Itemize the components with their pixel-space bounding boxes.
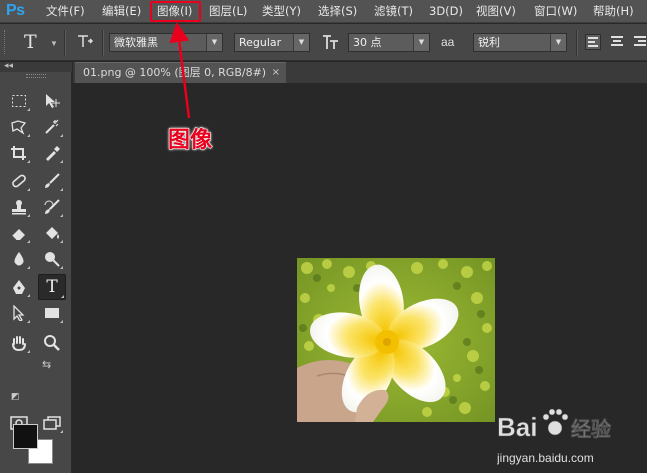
font-style-value: Regular [239, 36, 282, 49]
eyedropper-icon[interactable] [40, 142, 64, 164]
blur-drop-icon[interactable] [7, 248, 31, 270]
watermark-brand: Bai [497, 412, 537, 442]
menu-select[interactable]: 选择(S) [318, 0, 357, 23]
chevron-down-icon: ▼ [550, 34, 566, 51]
options-grip[interactable] [4, 30, 7, 54]
menu-view[interactable]: 视图(V) [476, 0, 516, 23]
rectangular-marquee-icon[interactable] [7, 90, 31, 112]
font-size-select[interactable]: 30 点 ▼ [348, 33, 430, 52]
paint-bucket-icon[interactable] [40, 222, 64, 244]
chevron-down-icon: ▼ [206, 34, 222, 51]
menu-edit[interactable]: 编辑(E) [102, 0, 141, 23]
annotation-label: 图像 [167, 128, 213, 154]
font-family-select[interactable]: 微软雅黑 ▼ [109, 33, 223, 52]
menu-window[interactable]: 窗口(W) [534, 0, 577, 23]
document-tab[interactable]: 01.png @ 100% (图层 0, RGB/8#) × [75, 62, 286, 83]
tools-panel-grip[interactable] [26, 74, 46, 78]
lasso-icon[interactable] [7, 116, 31, 138]
watermark-brand-suffix: 经验 [571, 417, 611, 441]
separator [64, 30, 65, 56]
clone-stamp-icon[interactable] [7, 196, 31, 218]
separator [102, 30, 103, 56]
watermark-url: jingyan.baidu.com [497, 451, 594, 465]
options-bar: T ▼ 微软雅黑 ▼ Regular ▼ 30 点 ▼ aa 锐利 ▼ [0, 24, 647, 61]
antialias-icon: aa [441, 35, 455, 49]
menu-bar: Ps 文件(F) 编辑(E) 图像(I) 图层(L) 类型(Y) 选择(S) 滤… [0, 0, 647, 23]
crop-icon[interactable] [7, 142, 31, 164]
pen-icon[interactable] [7, 276, 31, 298]
align-center-icon[interactable] [609, 34, 625, 50]
chevron-down-icon: ▼ [413, 34, 429, 51]
type-tool-preset-icon[interactable]: T [24, 31, 37, 53]
menu-3d[interactable]: 3D(D) [429, 0, 463, 23]
tools-panel: ◂◂ T ⇆ ◩ [0, 60, 72, 473]
magic-wand-icon[interactable] [40, 116, 64, 138]
chevron-down-icon: ▼ [293, 34, 309, 51]
document-image-flower[interactable] [297, 258, 495, 422]
close-icon[interactable]: × [272, 63, 280, 83]
foreground-color-swatch[interactable] [13, 424, 38, 449]
healing-brush-icon[interactable] [7, 170, 31, 192]
menu-image-highlight-box [150, 1, 201, 22]
rectangle-shape-icon[interactable] [40, 302, 64, 324]
document-tab-strip: 01.png @ 100% (图层 0, RGB/8#) × [73, 62, 647, 83]
brush-icon[interactable] [40, 170, 64, 192]
document-tab-title: 01.png @ 100% (图层 0, RGB/8#) [83, 66, 267, 79]
menu-layer[interactable]: 图层(L) [209, 0, 247, 23]
baidu-watermark: Bai 经验 jingyan.baidu.com [496, 400, 647, 470]
type-tool-icon[interactable]: T [38, 274, 66, 300]
photoshop-logo: Ps [6, 2, 25, 19]
path-selection-icon[interactable] [7, 302, 31, 324]
default-colors-icon[interactable]: ◩ [11, 391, 20, 402]
menu-help[interactable]: 帮助(H) [593, 0, 634, 23]
zoom-icon[interactable] [40, 332, 64, 354]
font-family-value: 微软雅黑 [114, 36, 158, 49]
font-size-value: 30 点 [353, 36, 382, 49]
menu-type[interactable]: 类型(Y) [262, 0, 301, 23]
text-orientation-icon[interactable] [76, 33, 94, 54]
separator [576, 30, 577, 56]
move-tool-icon[interactable] [40, 90, 64, 112]
font-style-select[interactable]: Regular ▼ [234, 33, 310, 52]
preset-caret-icon[interactable]: ▼ [50, 39, 58, 48]
eraser-icon[interactable] [7, 222, 31, 244]
screen-mode-icon[interactable] [40, 412, 64, 434]
collapse-arrows-icon[interactable]: ◂◂ [4, 60, 13, 71]
dodge-icon[interactable] [40, 248, 64, 270]
menu-file[interactable]: 文件(F) [46, 0, 85, 23]
font-size-icon [322, 34, 340, 54]
swap-colors-icon[interactable]: ⇆ [42, 358, 51, 371]
history-brush-icon[interactable] [40, 196, 64, 218]
antialias-select[interactable]: 锐利 ▼ [473, 33, 567, 52]
hand-icon[interactable] [7, 332, 31, 354]
antialias-value: 锐利 [478, 36, 500, 49]
menu-filter[interactable]: 滤镜(T) [374, 0, 413, 23]
tools-panel-header: ◂◂ [0, 60, 72, 72]
align-left-icon[interactable] [585, 34, 601, 50]
align-right-icon[interactable] [632, 34, 647, 50]
